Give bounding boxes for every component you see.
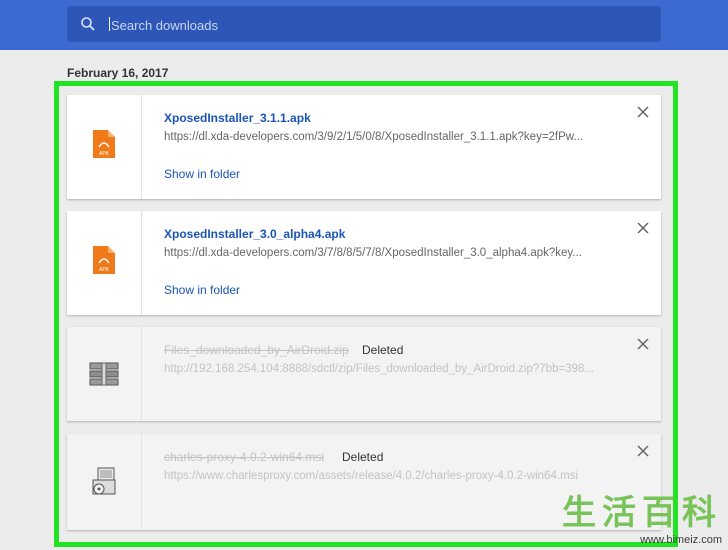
green-highlight-box [54,81,678,547]
search-icon [81,17,95,31]
date-header: February 16, 2017 [67,66,169,80]
top-bar [0,0,728,50]
search-input[interactable] [109,12,633,38]
watermark-site: www.bimeiz.com [640,534,722,546]
watermark: 生活百科 www.bimeiz.com [562,485,722,546]
watermark-text: 生活百科 [562,493,722,533]
search-box[interactable] [67,6,661,42]
